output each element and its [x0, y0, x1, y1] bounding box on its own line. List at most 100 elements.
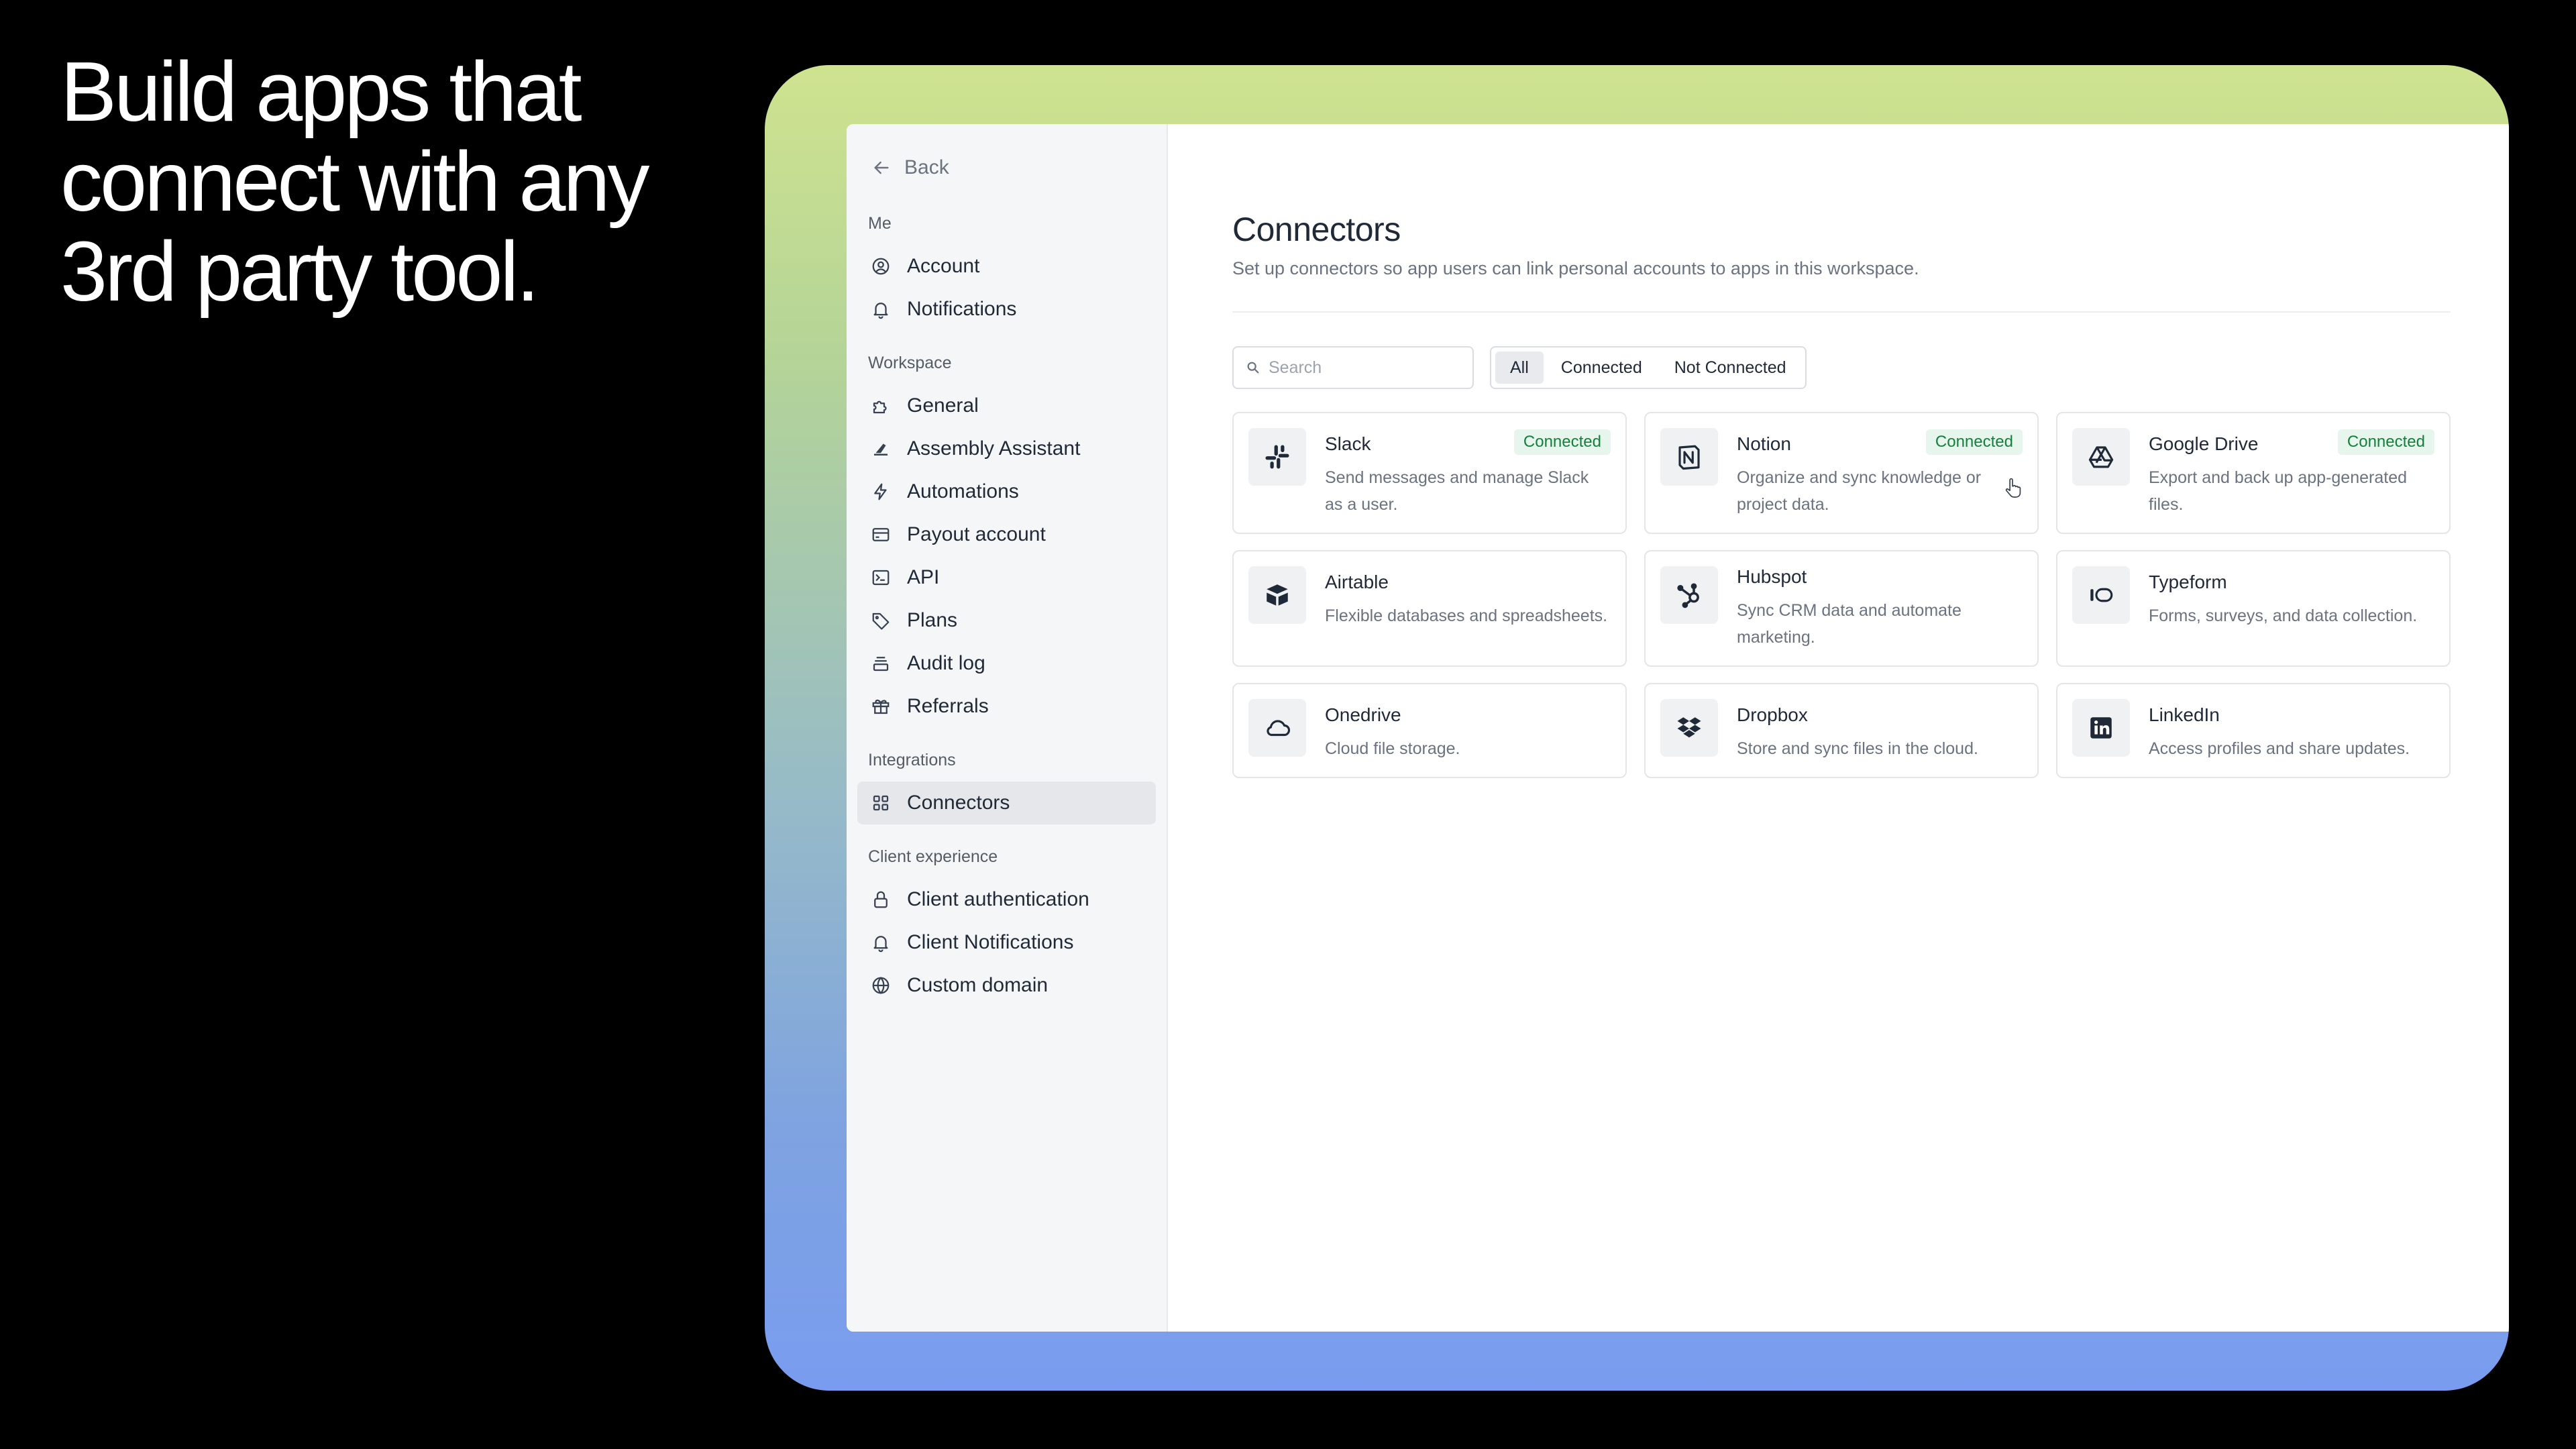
- filter-tabs: All Connected Not Connected: [1490, 346, 1807, 389]
- cloud-icon: [1267, 720, 1291, 737]
- sidebar-item-audit-log[interactable]: Audit log: [857, 642, 1156, 685]
- connector-description: Cloud file storage.: [1325, 739, 1460, 758]
- card-icon-box: [2072, 566, 2130, 624]
- connector-card-typeform[interactable]: Typeform Forms, surveys, and data collec…: [2056, 550, 2451, 667]
- connector-card-linkedin[interactable]: LinkedIn Access profiles and share updat…: [2056, 683, 2451, 778]
- status-badge: Connected: [1513, 429, 1611, 455]
- arrow-left-icon: [874, 161, 889, 174]
- sidebar-item-label: API: [907, 566, 940, 588]
- sidebar-item-client-authentication[interactable]: Client authentication: [857, 878, 1156, 921]
- sidebar-item-assembly-assistant[interactable]: Assembly Assistant: [857, 427, 1156, 470]
- card-icon-box: [1248, 699, 1306, 757]
- google-drive-icon: [2088, 446, 2114, 468]
- connector-name: LinkedIn: [2149, 704, 2220, 725]
- sidebar-item-custom-domain[interactable]: Custom domain: [857, 964, 1156, 1007]
- section-label-me: Me: [868, 214, 892, 233]
- dropbox-icon: [1677, 717, 1701, 738]
- bell-icon: [873, 936, 888, 953]
- gift-icon: [872, 699, 890, 714]
- connector-card-dropbox[interactable]: Dropbox Store and sync files in the clou…: [1644, 683, 2039, 778]
- card-icon-box: [2072, 428, 2130, 486]
- lightning-icon: [874, 483, 887, 500]
- filter-tab-all[interactable]: All: [1495, 352, 1544, 384]
- bell-icon: [873, 303, 888, 319]
- sidebar: Back Me Account Notifications Workspace …: [847, 124, 1168, 1332]
- main-content: Connectors Set up connectors so app user…: [1168, 124, 2509, 1332]
- credit-card-icon: [872, 528, 890, 541]
- filter-tab-connected[interactable]: Connected: [1546, 352, 1657, 384]
- connector-card-slack[interactable]: Slack Send messages and manage Slack as …: [1232, 412, 1627, 534]
- divider: [1232, 311, 2451, 313]
- headline-line-1: Build apps that: [60, 44, 582, 139]
- connector-card-onedrive[interactable]: Onedrive Cloud file storage.: [1232, 683, 1627, 778]
- connector-description: Sync CRM data and automate marketing.: [1737, 601, 1962, 647]
- connector-card-notion[interactable]: Notion Organize and sync knowledge or pr…: [1644, 412, 2039, 534]
- grid-icon: [873, 795, 889, 811]
- section-label-integrations: Integrations: [868, 751, 956, 769]
- sidebar-item-label: Connectors: [907, 792, 1010, 814]
- card-icon-box: [2072, 699, 2130, 757]
- connector-description: Export and back up app-generated files.: [2149, 468, 2407, 514]
- connector-card-google-drive[interactable]: Google Drive Export and back up app-gene…: [2056, 412, 2451, 534]
- connector-description: Forms, surveys, and data collection.: [2149, 606, 2418, 625]
- toolbar: All Connected Not Connected: [1232, 346, 2451, 389]
- search-icon: [1247, 362, 1259, 374]
- notion-icon: [1678, 445, 1700, 470]
- puzzle-icon: [873, 400, 887, 414]
- app-window: Back Me Account Notifications Workspace …: [847, 124, 2509, 1332]
- sidebar-item-notifications[interactable]: Notifications: [857, 288, 1156, 331]
- sidebar-item-label: Client authentication: [907, 888, 1089, 910]
- lock-icon: [874, 891, 888, 908]
- headline: Build apps that connect with any 3rd par…: [60, 47, 731, 317]
- assistant-icon: [874, 443, 888, 455]
- sidebar-item-general[interactable]: General: [857, 384, 1156, 427]
- filter-tab-not-connected[interactable]: Not Connected: [1660, 352, 1801, 384]
- hubspot-icon: [1677, 583, 1699, 608]
- sidebar-item-label: Assembly Assistant: [907, 437, 1081, 460]
- sidebar-item-label: General: [907, 394, 979, 417]
- connector-description: Store and sync files in the cloud.: [1737, 739, 1978, 758]
- sidebar-item-label: Referrals: [907, 695, 989, 717]
- sidebar-item-connectors[interactable]: Connectors: [857, 782, 1156, 824]
- connector-name: Dropbox: [1737, 704, 1808, 725]
- connector-grid: Slack Send messages and manage Slack as …: [1232, 412, 2451, 778]
- sidebar-item-plans[interactable]: Plans: [857, 599, 1156, 642]
- card-icon-box: [1248, 428, 1306, 486]
- hand-cursor-icon: [2005, 478, 2021, 498]
- sidebar-item-label: Automations: [907, 480, 1019, 502]
- connector-description: Organize and sync knowledge or project d…: [1737, 468, 1982, 514]
- section-label-workspace: Workspace: [868, 354, 952, 372]
- sidebar-item-account[interactable]: Account: [857, 245, 1156, 288]
- slack-icon: [1265, 445, 1289, 469]
- connector-card-airtable[interactable]: Airtable Flexible databases and spreadsh…: [1232, 550, 1627, 667]
- sidebar-item-label: Custom domain: [907, 974, 1049, 996]
- connector-description: Send messages and manage Slack as a user…: [1325, 468, 1589, 514]
- sidebar-item-api[interactable]: API: [857, 556, 1156, 599]
- sidebar-item-automations[interactable]: Automations: [857, 470, 1156, 513]
- page-subtitle: Set up connectors so app users can link …: [1232, 258, 1919, 278]
- sidebar-item-client-notifications[interactable]: Client Notifications: [857, 921, 1156, 964]
- user-circle-icon: [872, 258, 890, 275]
- status-badge: Connected: [2337, 429, 2434, 455]
- sidebar-item-referrals[interactable]: Referrals: [857, 685, 1156, 728]
- connector-name: Onedrive: [1325, 704, 1401, 725]
- card-icon-box: [1248, 566, 1306, 624]
- typeform-icon: [2090, 588, 2113, 602]
- back-label: Back: [904, 156, 949, 178]
- sidebar-item-label: Audit log: [907, 652, 985, 674]
- search-box[interactable]: [1232, 346, 1474, 389]
- connector-name: Hubspot: [1737, 566, 1807, 587]
- sidebar-item-label: Account: [907, 255, 980, 277]
- card-icon-box: [1660, 699, 1718, 757]
- sidebar-item-label: Payout account: [907, 523, 1046, 545]
- connector-card-hubspot[interactable]: Hubspot Sync CRM data and automate marke…: [1644, 550, 2039, 667]
- airtable-icon: [1267, 584, 1288, 606]
- search-input[interactable]: [1269, 358, 1456, 378]
- status-badge: Connected: [1925, 429, 2023, 455]
- headline-line-2: connect with any: [60, 134, 650, 229]
- headline-line-3: 3rd party tool.: [60, 224, 539, 319]
- sidebar-item-payout-account[interactable]: Payout account: [857, 513, 1156, 556]
- connector-description: Access profiles and share updates.: [2149, 739, 2410, 758]
- sidebar-item-label: Notifications: [907, 298, 1017, 320]
- back-button[interactable]: Back: [857, 144, 1156, 191]
